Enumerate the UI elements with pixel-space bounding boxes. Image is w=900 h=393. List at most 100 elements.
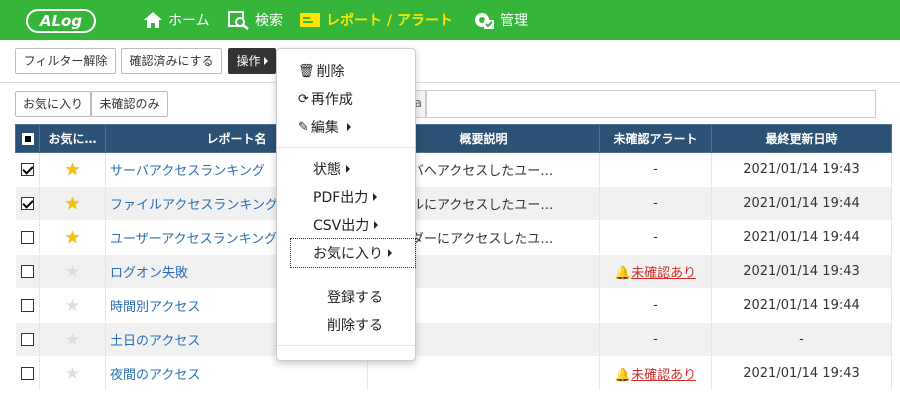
menu-divider bbox=[277, 345, 415, 346]
row-checkbox-cell bbox=[15, 322, 40, 357]
nav-admin-label: 管理 bbox=[500, 13, 528, 29]
report-table: お気に… レポート名 概要説明 未確認アラート 最終更新日時 ★ サーバアクセスラ… bbox=[15, 124, 892, 391]
menu-recreate[interactable]: ⟳ 再作成 bbox=[298, 89, 353, 109]
nav-home-label: ホーム bbox=[168, 13, 210, 29]
operation-dropdown-menu: 🗑 削除 ⟳ 再作成 ✎ 編集 状態 PDF出力 CSV出力 お気に入り 登録する 削… bbox=[276, 48, 416, 361]
col-last-updated-header[interactable]: 最終更新日時 bbox=[711, 124, 892, 153]
trash-icon: 🗑 bbox=[298, 63, 315, 79]
alog-logo[interactable]: ALog bbox=[26, 9, 96, 33]
unconfirmed-alert-link[interactable]: 未確認あり bbox=[631, 266, 696, 281]
menu-csv-export[interactable]: CSV出力 bbox=[313, 215, 379, 235]
favorite-cell: ★ bbox=[39, 186, 106, 221]
menu-remove-label: 削除する bbox=[327, 318, 383, 334]
row-checkbox[interactable] bbox=[20, 333, 34, 346]
bell-icon: 🔔 bbox=[614, 368, 632, 383]
favorite-star-icon[interactable]: ★ bbox=[65, 330, 80, 350]
menu-favorites[interactable]: お気に入り bbox=[290, 238, 416, 268]
alert-cell: - bbox=[599, 322, 712, 357]
col-favorite-header[interactable]: お気に… bbox=[39, 124, 106, 153]
nav-home[interactable]: ホーム bbox=[143, 0, 210, 40]
row-checkbox-cell bbox=[15, 220, 40, 255]
table-row[interactable]: ★ ログオン失敗 🔔未確認あり 2021/01/14 19:43 bbox=[15, 254, 892, 289]
table-row[interactable]: ★ 時間別アクセス -2021/01/14 19:44 bbox=[15, 288, 892, 323]
report-name-link[interactable]: 時間別アクセス bbox=[110, 300, 200, 315]
table-row[interactable]: ★ 夜間のアクセス 🔔未確認あり 2021/01/14 19:43 bbox=[15, 356, 892, 391]
report-name-link[interactable]: ログオン失敗 bbox=[110, 266, 188, 281]
nav-report-alert[interactable]: レポート / アラート bbox=[299, 0, 453, 40]
updated-cell: 2021/01/14 19:43 bbox=[711, 356, 892, 391]
menu-status[interactable]: 状態 bbox=[313, 159, 350, 179]
menu-register-label: 登録する bbox=[327, 290, 383, 306]
nav-report-alert-label: レポート / アラート bbox=[326, 13, 453, 29]
favorite-star-icon[interactable]: ★ bbox=[65, 262, 80, 282]
alert-cell: - bbox=[599, 186, 712, 221]
updated-cell: 2021/01/14 19:44 bbox=[711, 186, 892, 221]
unconfirmed-only-button[interactable]: 未確認のみ bbox=[91, 91, 168, 117]
favorite-star-icon[interactable]: ★ bbox=[65, 296, 80, 316]
row-checkbox[interactable] bbox=[20, 367, 34, 380]
menu-recreate-label: 再作成 bbox=[310, 92, 353, 108]
caret-right-icon bbox=[346, 123, 351, 131]
row-checkbox[interactable] bbox=[20, 163, 34, 176]
favorite-star-icon[interactable]: ★ bbox=[65, 194, 80, 214]
operation-label: 操作 bbox=[236, 54, 261, 68]
divider bbox=[0, 82, 900, 83]
favorites-filter-button[interactable]: お気に入り bbox=[15, 91, 91, 117]
edit-icon: ✎ bbox=[298, 119, 309, 135]
row-checkbox[interactable] bbox=[20, 299, 34, 312]
table-row[interactable]: ★ サーバアクセスランキング ルサーバへアクセスしたユー… -2021/01/14 1… bbox=[15, 152, 892, 187]
report-name-link[interactable]: サーバアクセスランキング bbox=[110, 164, 265, 179]
home-icon bbox=[144, 12, 162, 28]
table-row[interactable]: ★ ユーザーアクセスランキング フォルダーにアクセスしたユ… -2021/01/14 … bbox=[15, 220, 892, 255]
table-row[interactable]: ★ ファイルアクセスランキング ファイルにアクセスしたユー… -2021/01/14 … bbox=[15, 186, 892, 221]
favorite-star-icon[interactable]: ★ bbox=[65, 160, 80, 180]
refresh-icon: ⟳ bbox=[298, 91, 309, 107]
report-name-link[interactable]: 土日のアクセス bbox=[110, 334, 200, 349]
updated-cell: 2021/01/14 19:43 bbox=[711, 152, 892, 187]
alert-cell: - bbox=[599, 152, 712, 187]
unconfirmed-alert-link[interactable]: 未確認あり bbox=[631, 368, 696, 383]
row-checkbox[interactable] bbox=[20, 265, 34, 278]
menu-edit[interactable]: ✎ 編集 bbox=[298, 117, 351, 137]
favorite-star-icon[interactable]: ★ bbox=[65, 364, 80, 384]
menu-edit-label: 編集 bbox=[310, 120, 339, 136]
row-checkbox-cell bbox=[15, 254, 40, 289]
menu-delete[interactable]: 🗑 削除 bbox=[298, 61, 345, 81]
row-checkbox-cell bbox=[15, 288, 40, 323]
search-icon bbox=[228, 11, 249, 30]
menu-status-label: 状態 bbox=[313, 162, 341, 178]
menu-favorites-label: お気に入り bbox=[313, 246, 383, 262]
menu-remove[interactable]: 削除する bbox=[327, 315, 383, 335]
description-cell bbox=[367, 356, 600, 391]
select-all-checkbox[interactable] bbox=[15, 124, 40, 153]
report-name-link[interactable]: ファイルアクセスランキング bbox=[110, 198, 278, 213]
row-checkbox[interactable] bbox=[20, 197, 34, 210]
updated-cell: 2021/01/14 19:43 bbox=[711, 254, 892, 289]
favorite-star-icon[interactable]: ★ bbox=[65, 228, 80, 248]
top-nav-bar: ALog ホーム 検索 レポート / アラート 管理 bbox=[0, 0, 900, 40]
col-unconfirmed-alert-header[interactable]: 未確認アラート bbox=[599, 124, 712, 153]
caret-right-icon bbox=[346, 165, 350, 173]
report-name-link[interactable]: ユーザーアクセスランキング bbox=[110, 232, 277, 247]
menu-register[interactable]: 登録する bbox=[327, 287, 383, 307]
table-row[interactable]: ★ 土日のアクセス - - bbox=[15, 322, 892, 357]
alert-cell: 🔔未確認あり bbox=[599, 356, 712, 391]
report-name-link[interactable]: 夜間のアクセス bbox=[110, 368, 200, 383]
menu-divider bbox=[277, 147, 415, 148]
row-checkbox[interactable] bbox=[20, 231, 34, 244]
table-header-row: お気に… レポート名 概要説明 未確認アラート 最終更新日時 bbox=[15, 124, 892, 153]
operation-button[interactable]: 操作 bbox=[228, 48, 276, 74]
gear-check-icon bbox=[475, 13, 494, 29]
search-input[interactable] bbox=[426, 90, 876, 118]
updated-cell: 2021/01/14 19:44 bbox=[711, 288, 892, 323]
clear-filter-button[interactable]: フィルター解除 bbox=[15, 48, 116, 74]
nav-search[interactable]: 検索 bbox=[228, 0, 283, 40]
menu-pdf-export[interactable]: PDF出力 bbox=[313, 187, 378, 207]
menu-csv-label: CSV出力 bbox=[313, 218, 370, 234]
menu-pdf-label: PDF出力 bbox=[313, 190, 369, 206]
mark-confirmed-button[interactable]: 確認済みにする bbox=[121, 48, 222, 74]
menu-delete-label: 削除 bbox=[316, 64, 345, 80]
nav-admin[interactable]: 管理 bbox=[473, 0, 528, 40]
row-checkbox-cell bbox=[15, 152, 40, 187]
favorite-cell: ★ bbox=[39, 322, 106, 357]
